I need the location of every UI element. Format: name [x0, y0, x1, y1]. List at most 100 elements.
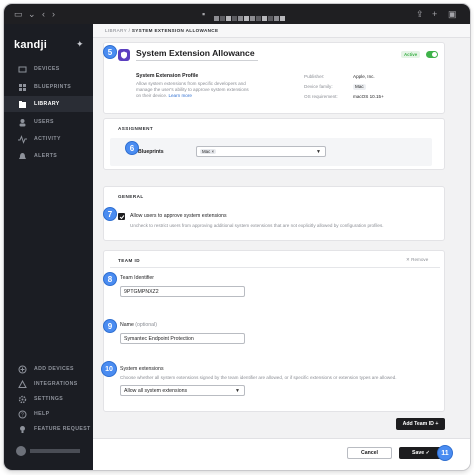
sidebar-item-users[interactable]: USERS	[4, 114, 93, 130]
integrations-icon	[18, 379, 27, 389]
system-extensions-select-value: Allow all system extensions	[124, 388, 188, 394]
sidebar-item-activity[interactable]: ACTIVITY	[4, 131, 93, 147]
name-label: Name (optional)	[120, 322, 157, 328]
name-input[interactable]: Symantec Endpoint Protection	[120, 333, 245, 344]
callout-5: 5	[103, 45, 117, 59]
team-id-heading: TEAM ID	[118, 258, 141, 263]
callout-6: 6	[125, 141, 139, 155]
sidebar-item-help[interactable]: ? HELP	[4, 406, 93, 422]
title-underline	[136, 60, 258, 61]
activity-icon	[18, 134, 27, 144]
sidebar-item-settings[interactable]: SETTINGS	[4, 391, 93, 407]
kandji-logo: kandji	[14, 39, 47, 51]
allow-approve-checkbox[interactable]	[118, 213, 125, 220]
share-icon[interactable]: ⇪	[416, 9, 424, 19]
page-title[interactable]: System Extension Allowance	[136, 48, 255, 58]
name-optional-text: (optional)	[135, 322, 157, 328]
sidebar-item-label: FEATURE REQUEST	[34, 426, 91, 432]
profile-description-text: Allow system extensions from specific de…	[136, 81, 249, 98]
remove-team-id-button[interactable]: ✕ Remove	[406, 257, 428, 263]
sidebar-item-add-devices[interactable]: ADD DEVICES	[4, 361, 93, 377]
sidebar-item-label: LIBRARY	[34, 101, 60, 107]
sidebar-item-label: BLUEPRINTS	[34, 84, 72, 90]
blueprints-select[interactable]: Mac × ▼	[196, 146, 326, 157]
user-name-redacted	[30, 449, 80, 453]
sidebar-item-feature-request[interactable]: FEATURE REQUEST	[4, 421, 93, 437]
general-heading: GENERAL	[118, 194, 144, 199]
team-identifier-input[interactable]: 9PTGMPNXZ2	[120, 286, 245, 297]
divider	[110, 267, 440, 268]
sidebar-toggle-icon[interactable]: ▭	[14, 9, 23, 19]
lock-icon: ▪	[202, 9, 206, 19]
tabs-overview-icon[interactable]: ▣	[448, 9, 457, 19]
forward-icon[interactable]: ›	[52, 9, 55, 19]
shield-icon	[118, 49, 130, 61]
callout-9: 9	[103, 319, 117, 333]
team-id-card: TEAM ID ✕ Remove Team Identifier 9PTGMPN…	[103, 250, 445, 412]
blueprints-icon	[18, 83, 27, 92]
profile-title: System Extension Profile	[136, 73, 199, 79]
sidebar-item-devices[interactable]: DEVICES	[4, 61, 93, 77]
breadcrumb-root[interactable]: LIBRARY	[105, 28, 127, 33]
header-card: System Extension Allowance Active System…	[103, 42, 445, 114]
devices-icon	[18, 65, 27, 74]
remove-tag-icon[interactable]: ×	[212, 149, 215, 154]
callout-8: 8	[103, 272, 117, 286]
chevron-down-icon[interactable]: ⌄	[28, 9, 36, 19]
sidebar: kandji ✦ DEVICES BLUEPRINTS LIBRARY USER…	[4, 24, 93, 470]
assignment-card: ASSIGNMENT Blueprints Mac × ▼	[103, 118, 445, 170]
blueprint-tag-label: Mac	[202, 149, 211, 154]
system-extensions-label: System extensions	[120, 366, 164, 372]
sidebar-item-label: ALERTS	[34, 153, 58, 159]
pin-icon[interactable]: ✦	[76, 39, 84, 50]
sidebar-item-library[interactable]: LIBRARY	[4, 96, 93, 112]
blueprint-tag: Mac ×	[200, 149, 217, 154]
sidebar-item-integrations[interactable]: INTEGRATIONS	[4, 376, 93, 392]
callout-11: 11	[437, 445, 453, 461]
new-tab-icon[interactable]: +	[432, 9, 437, 19]
general-card: GENERAL Allow users to approve system ex…	[103, 186, 445, 241]
chevron-down-icon: ▼	[316, 149, 321, 155]
add-team-id-label: Add Team ID	[402, 421, 434, 427]
address-bar[interactable]	[214, 8, 294, 21]
os-requirement-label: OS requirement:	[304, 94, 338, 99]
sidebar-item-alerts[interactable]: ALERTS	[4, 148, 93, 164]
learn-more-link[interactable]: Learn more	[168, 93, 192, 98]
save-label: Save	[412, 450, 425, 456]
sidebar-item-label: ACTIVITY	[34, 136, 61, 142]
app-window: ▭ ⌄ ‹ › ▪ ⇪ + ▣ kandji ✦ DEVICES BLUEPRI…	[4, 4, 470, 470]
sidebar-item-label: INTEGRATIONS	[34, 381, 78, 387]
cancel-button[interactable]: Cancel	[347, 447, 392, 459]
plus-icon	[18, 365, 27, 374]
plus-icon: +	[435, 421, 439, 427]
avatar[interactable]	[16, 446, 26, 456]
status-badge: Active	[401, 51, 421, 58]
publisher-value: Apple, Inc.	[353, 74, 375, 79]
chevron-down-icon: ▼	[235, 388, 240, 394]
publisher-label: Publisher:	[304, 74, 325, 79]
checkmark-icon: ✓	[425, 450, 430, 456]
assignment-heading: ASSIGNMENT	[118, 126, 154, 131]
system-extensions-help: Choose whether all system extensions sig…	[120, 375, 397, 380]
device-family-value: Mac	[353, 84, 366, 90]
sidebar-item-label: DEVICES	[34, 66, 60, 72]
users-icon	[18, 118, 27, 127]
blueprints-label: Blueprints	[138, 149, 164, 155]
svg-text:?: ?	[21, 412, 24, 418]
callout-10: 10	[101, 361, 117, 377]
library-icon	[18, 100, 27, 109]
system-extensions-select[interactable]: Allow all system extensions ▼	[120, 385, 245, 396]
alerts-icon	[18, 152, 27, 161]
add-team-id-button[interactable]: Add Team ID +	[396, 418, 445, 430]
active-toggle[interactable]	[426, 51, 438, 58]
os-requirement-value: macOS 10.15+	[353, 94, 384, 99]
help-icon: ?	[18, 410, 27, 419]
breadcrumb: LIBRARY / SYSTEM EXTENSION ALLOWANCE	[105, 28, 218, 33]
team-identifier-label: Team Identifier	[120, 275, 155, 281]
allow-approve-label[interactable]: Allow users to approve system extensions	[130, 213, 227, 219]
sidebar-item-label: ADD DEVICES	[34, 366, 74, 372]
sidebar-item-label: HELP	[34, 411, 50, 417]
back-icon[interactable]: ‹	[42, 9, 45, 19]
breadcrumb-current: SYSTEM EXTENSION ALLOWANCE	[131, 28, 219, 33]
sidebar-item-blueprints[interactable]: BLUEPRINTS	[4, 79, 93, 95]
